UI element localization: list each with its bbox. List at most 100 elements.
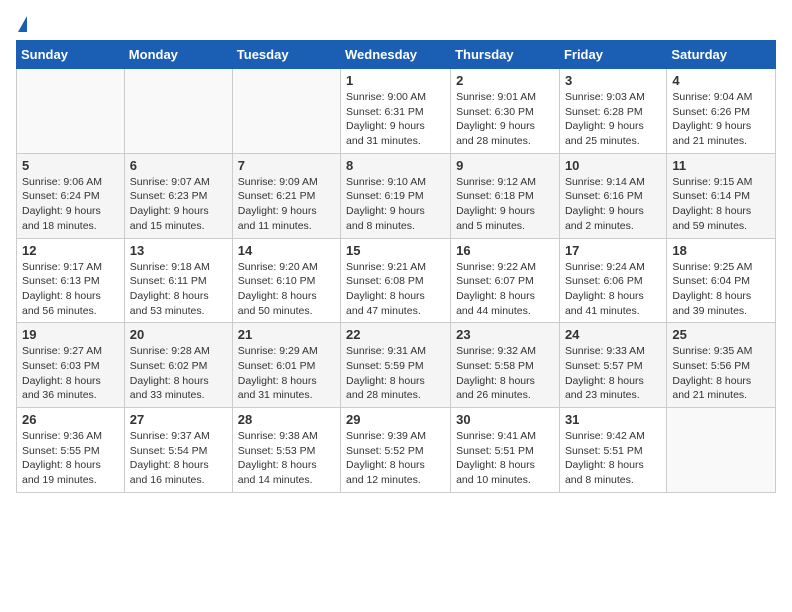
calendar-cell: 7Sunrise: 9:09 AM Sunset: 6:21 PM Daylig… — [232, 153, 340, 238]
day-number: 1 — [346, 73, 445, 88]
day-info: Sunrise: 9:27 AM Sunset: 6:03 PM Dayligh… — [22, 344, 119, 403]
day-of-week-wednesday: Wednesday — [341, 41, 451, 69]
calendar-cell: 23 Sunrise: 9:32 AM Sunset: 5:58 PM Dayli… — [451, 323, 560, 408]
day-info: Sunrise: 9:03 AM Sunset: 6:28 PM Dayligh… — [565, 90, 661, 149]
day-info: Sunrise: 9:28 AM Sunset: 6:02 PM Dayligh… — [130, 344, 227, 403]
week-row-2: 5 Sunrise: 9:06 AM Sunset: 6:24 PM Daylig… — [17, 153, 776, 238]
calendar-cell: 9 Sunrise: 9:12 AM Sunset: 6:18 PM Daylig… — [451, 153, 560, 238]
day-number: 5 — [22, 158, 119, 173]
week-row-4: 19 Sunrise: 9:27 AM Sunset: 6:03 PM Dayli… — [17, 323, 776, 408]
day-number: 22 — [346, 327, 445, 342]
day-info: Sunrise: 9:07 AM Sunset: 6:23 PM Dayligh… — [130, 175, 227, 234]
day-info: Sunrise: 9:12 AM Sunset: 6:18 PM Dayligh… — [456, 175, 554, 234]
day-info: Sunrise: 9:42 AM Sunset: 5:51 PM Dayligh… — [565, 429, 661, 488]
day-number: 10 — [565, 158, 661, 173]
day-number: 26 — [22, 412, 119, 427]
day-info: Sunrise: 9:04 AM Sunset: 6:26 PM Dayligh… — [672, 90, 770, 149]
calendar-cell: 11Sunrise: 9:15 AM Sunset: 6:14 PM Dayli… — [667, 153, 776, 238]
calendar-cell: 28 Sunrise: 9:38 AM Sunset: 5:53 PM Dayli… — [232, 408, 340, 493]
day-number: 20 — [130, 327, 227, 342]
calendar-cell — [17, 69, 125, 154]
day-number: 25 — [672, 327, 770, 342]
calendar-cell: 25 Sunrise: 9:35 AM Sunset: 5:56 PM Dayli… — [667, 323, 776, 408]
logo — [16, 16, 27, 32]
day-number: 2 — [456, 73, 554, 88]
day-number: 27 — [130, 412, 227, 427]
day-info: Sunrise: 9:06 AM Sunset: 6:24 PM Dayligh… — [22, 175, 119, 234]
day-number: 3 — [565, 73, 661, 88]
calendar-cell: 24 Sunrise: 9:33 AM Sunset: 5:57 PM Dayli… — [559, 323, 666, 408]
day-of-week-saturday: Saturday — [667, 41, 776, 69]
calendar-cell: 30Sunrise: 9:41 AM Sunset: 5:51 PM Dayli… — [451, 408, 560, 493]
calendar-cell: 16 Sunrise: 9:22 AM Sunset: 6:07 PM Dayli… — [451, 238, 560, 323]
day-number: 23 — [456, 327, 554, 342]
calendar-cell: 5 Sunrise: 9:06 AM Sunset: 6:24 PM Daylig… — [17, 153, 125, 238]
calendar-cell: 15 Sunrise: 9:21 AM Sunset: 6:08 PM Dayli… — [341, 238, 451, 323]
calendar-cell: 26 Sunrise: 9:36 AM Sunset: 5:55 PM Dayli… — [17, 408, 125, 493]
day-number: 24 — [565, 327, 661, 342]
calendar-cell: 29 Sunrise: 9:39 AM Sunset: 5:52 PM Dayli… — [341, 408, 451, 493]
day-info: Sunrise: 9:09 AM Sunset: 6:21 PM Dayligh… — [238, 175, 335, 234]
day-number: 14 — [238, 243, 335, 258]
day-number: 12 — [22, 243, 119, 258]
day-number: 31 — [565, 412, 661, 427]
calendar-header: SundayMondayTuesdayWednesdayThursdayFrid… — [17, 41, 776, 69]
calendar-cell: 20 Sunrise: 9:28 AM Sunset: 6:02 PM Dayli… — [124, 323, 232, 408]
day-of-week-sunday: Sunday — [17, 41, 125, 69]
calendar-cell — [124, 69, 232, 154]
day-info: Sunrise: 9:29 AM Sunset: 6:01 PM Dayligh… — [238, 344, 335, 403]
week-row-1: 1 Sunrise: 9:00 AM Sunset: 6:31 PM Daylig… — [17, 69, 776, 154]
day-info: Sunrise: 9:15 AM Sunset: 6:14 PM Dayligh… — [672, 175, 770, 234]
calendar-cell: 2Sunrise: 9:01 AM Sunset: 6:30 PM Daylig… — [451, 69, 560, 154]
day-info: Sunrise: 9:38 AM Sunset: 5:53 PM Dayligh… — [238, 429, 335, 488]
day-info: Sunrise: 9:10 AM Sunset: 6:19 PM Dayligh… — [346, 175, 445, 234]
calendar-cell: 31 Sunrise: 9:42 AM Sunset: 5:51 PM Dayli… — [559, 408, 666, 493]
day-number: 6 — [130, 158, 227, 173]
day-info: Sunrise: 9:17 AM Sunset: 6:13 PM Dayligh… — [22, 260, 119, 319]
day-number: 19 — [22, 327, 119, 342]
day-info: Sunrise: 9:24 AM Sunset: 6:06 PM Dayligh… — [565, 260, 661, 319]
header — [16, 16, 776, 32]
day-info: Sunrise: 9:37 AM Sunset: 5:54 PM Dayligh… — [130, 429, 227, 488]
calendar-cell: 3 Sunrise: 9:03 AM Sunset: 6:28 PM Daylig… — [559, 69, 666, 154]
day-number: 4 — [672, 73, 770, 88]
day-number: 15 — [346, 243, 445, 258]
calendar: SundayMondayTuesdayWednesdayThursdayFrid… — [16, 40, 776, 493]
day-info: Sunrise: 9:21 AM Sunset: 6:08 PM Dayligh… — [346, 260, 445, 319]
day-number: 29 — [346, 412, 445, 427]
day-info: Sunrise: 9:14 AM Sunset: 6:16 PM Dayligh… — [565, 175, 661, 234]
day-number: 21 — [238, 327, 335, 342]
calendar-cell — [667, 408, 776, 493]
calendar-cell: 18Sunrise: 9:25 AM Sunset: 6:04 PM Dayli… — [667, 238, 776, 323]
day-number: 13 — [130, 243, 227, 258]
calendar-cell: 10 Sunrise: 9:14 AM Sunset: 6:16 PM Dayli… — [559, 153, 666, 238]
day-of-week-tuesday: Tuesday — [232, 41, 340, 69]
day-number: 9 — [456, 158, 554, 173]
day-info: Sunrise: 9:25 AM Sunset: 6:04 PM Dayligh… — [672, 260, 770, 319]
calendar-cell: 6 Sunrise: 9:07 AM Sunset: 6:23 PM Daylig… — [124, 153, 232, 238]
day-info: Sunrise: 9:22 AM Sunset: 6:07 PM Dayligh… — [456, 260, 554, 319]
calendar-cell: 13 Sunrise: 9:18 AM Sunset: 6:11 PM Dayli… — [124, 238, 232, 323]
day-of-week-friday: Friday — [559, 41, 666, 69]
day-info: Sunrise: 9:33 AM Sunset: 5:57 PM Dayligh… — [565, 344, 661, 403]
calendar-cell: 21 Sunrise: 9:29 AM Sunset: 6:01 PM Dayli… — [232, 323, 340, 408]
logo-triangle-icon — [18, 16, 27, 32]
day-of-week-monday: Monday — [124, 41, 232, 69]
day-info: Sunrise: 9:32 AM Sunset: 5:58 PM Dayligh… — [456, 344, 554, 403]
day-info: Sunrise: 9:36 AM Sunset: 5:55 PM Dayligh… — [22, 429, 119, 488]
day-number: 16 — [456, 243, 554, 258]
calendar-cell: 14 Sunrise: 9:20 AM Sunset: 6:10 PM Dayli… — [232, 238, 340, 323]
calendar-cell: 27 Sunrise: 9:37 AM Sunset: 5:54 PM Dayli… — [124, 408, 232, 493]
calendar-cell: 12 Sunrise: 9:17 AM Sunset: 6:13 PM Dayli… — [17, 238, 125, 323]
day-info: Sunrise: 9:18 AM Sunset: 6:11 PM Dayligh… — [130, 260, 227, 319]
day-number: 17 — [565, 243, 661, 258]
day-number: 28 — [238, 412, 335, 427]
day-info: Sunrise: 9:00 AM Sunset: 6:31 PM Dayligh… — [346, 90, 445, 149]
day-info: Sunrise: 9:39 AM Sunset: 5:52 PM Dayligh… — [346, 429, 445, 488]
day-info: Sunrise: 9:35 AM Sunset: 5:56 PM Dayligh… — [672, 344, 770, 403]
calendar-cell: 22Sunrise: 9:31 AM Sunset: 5:59 PM Dayli… — [341, 323, 451, 408]
calendar-cell: 8Sunrise: 9:10 AM Sunset: 6:19 PM Daylig… — [341, 153, 451, 238]
day-info: Sunrise: 9:20 AM Sunset: 6:10 PM Dayligh… — [238, 260, 335, 319]
calendar-cell: 19 Sunrise: 9:27 AM Sunset: 6:03 PM Dayli… — [17, 323, 125, 408]
calendar-cell: 4 Sunrise: 9:04 AM Sunset: 6:26 PM Daylig… — [667, 69, 776, 154]
